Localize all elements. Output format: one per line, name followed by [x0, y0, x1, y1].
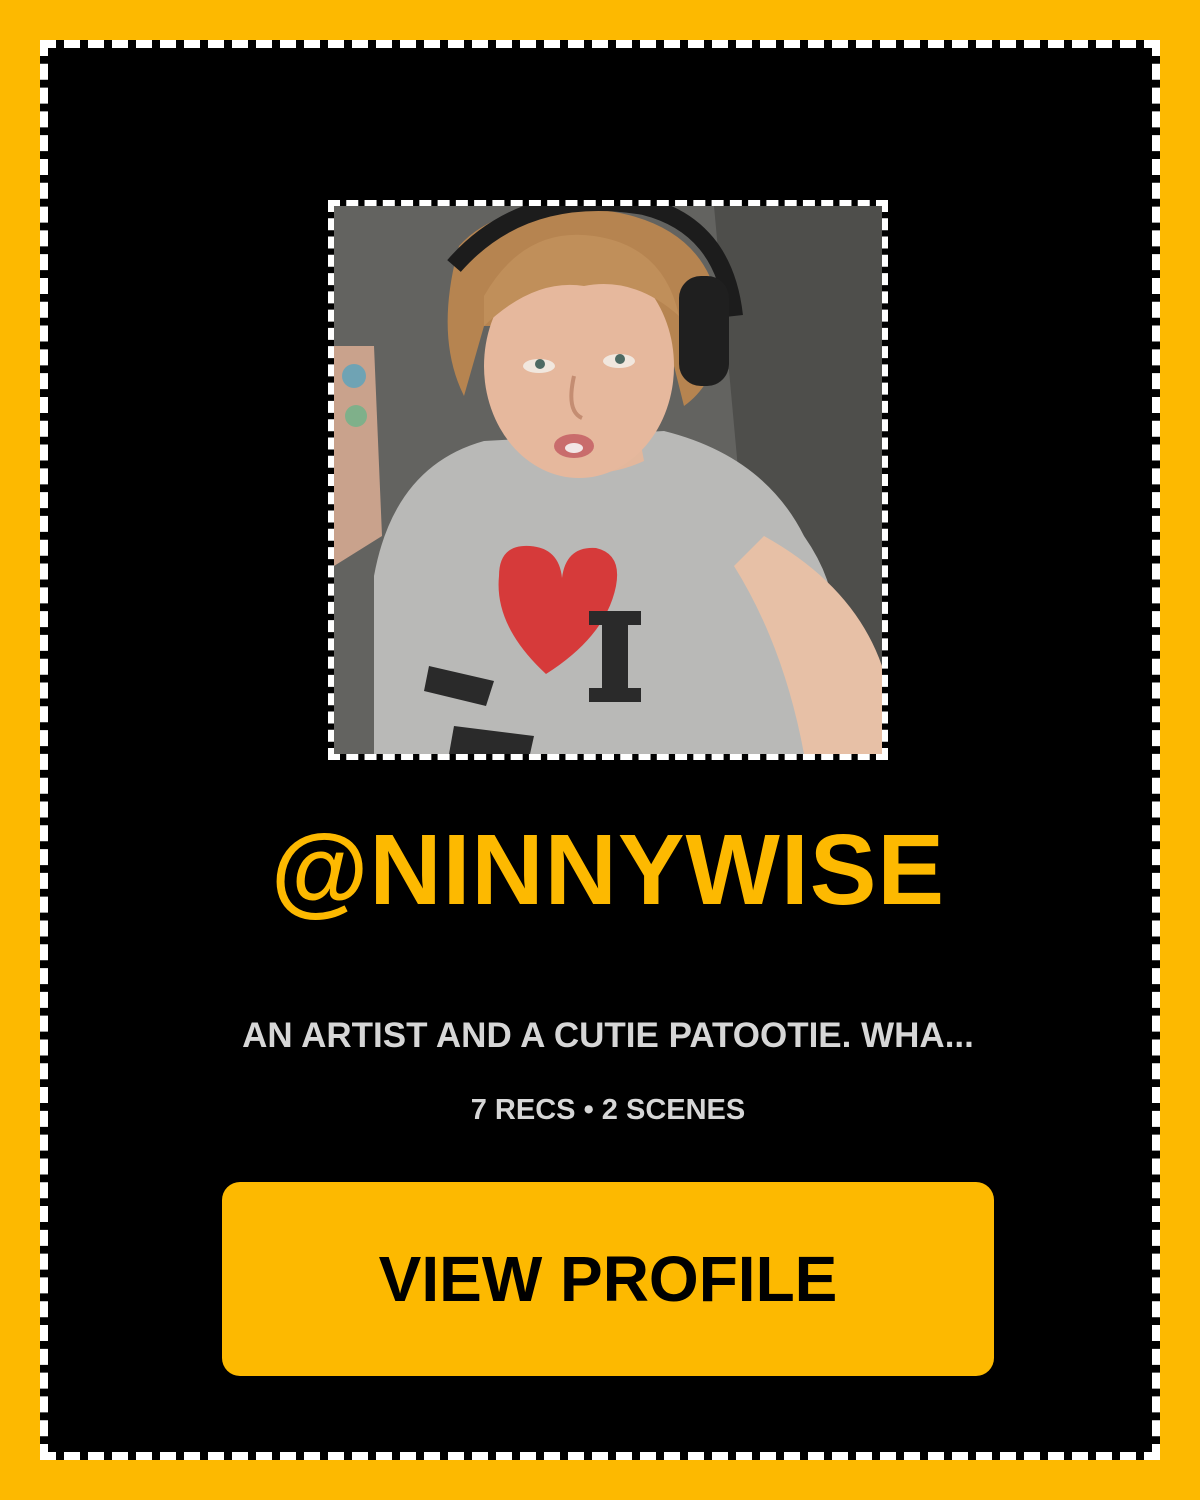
avatar[interactable] — [328, 200, 888, 760]
profile-card: @NINNYWISE AN ARTIST AND A CUTIE PATOOTI… — [40, 40, 1160, 1460]
view-profile-button[interactable]: VIEW PROFILE — [222, 1182, 994, 1376]
profile-stats: 7 RECS • 2 SCENES — [48, 1090, 1168, 1130]
recs-count: 7 RECS — [470, 1094, 576, 1126]
scenes-count: 2 SCENES — [601, 1094, 746, 1126]
bio-text: AN ARTIST AND A CUTIE PATOOTIE. WHA... — [242, 1016, 974, 1055]
stats-separator: • — [583, 1094, 594, 1126]
avatar-photo — [334, 206, 882, 754]
username: @NINNYWISE — [270, 814, 946, 926]
